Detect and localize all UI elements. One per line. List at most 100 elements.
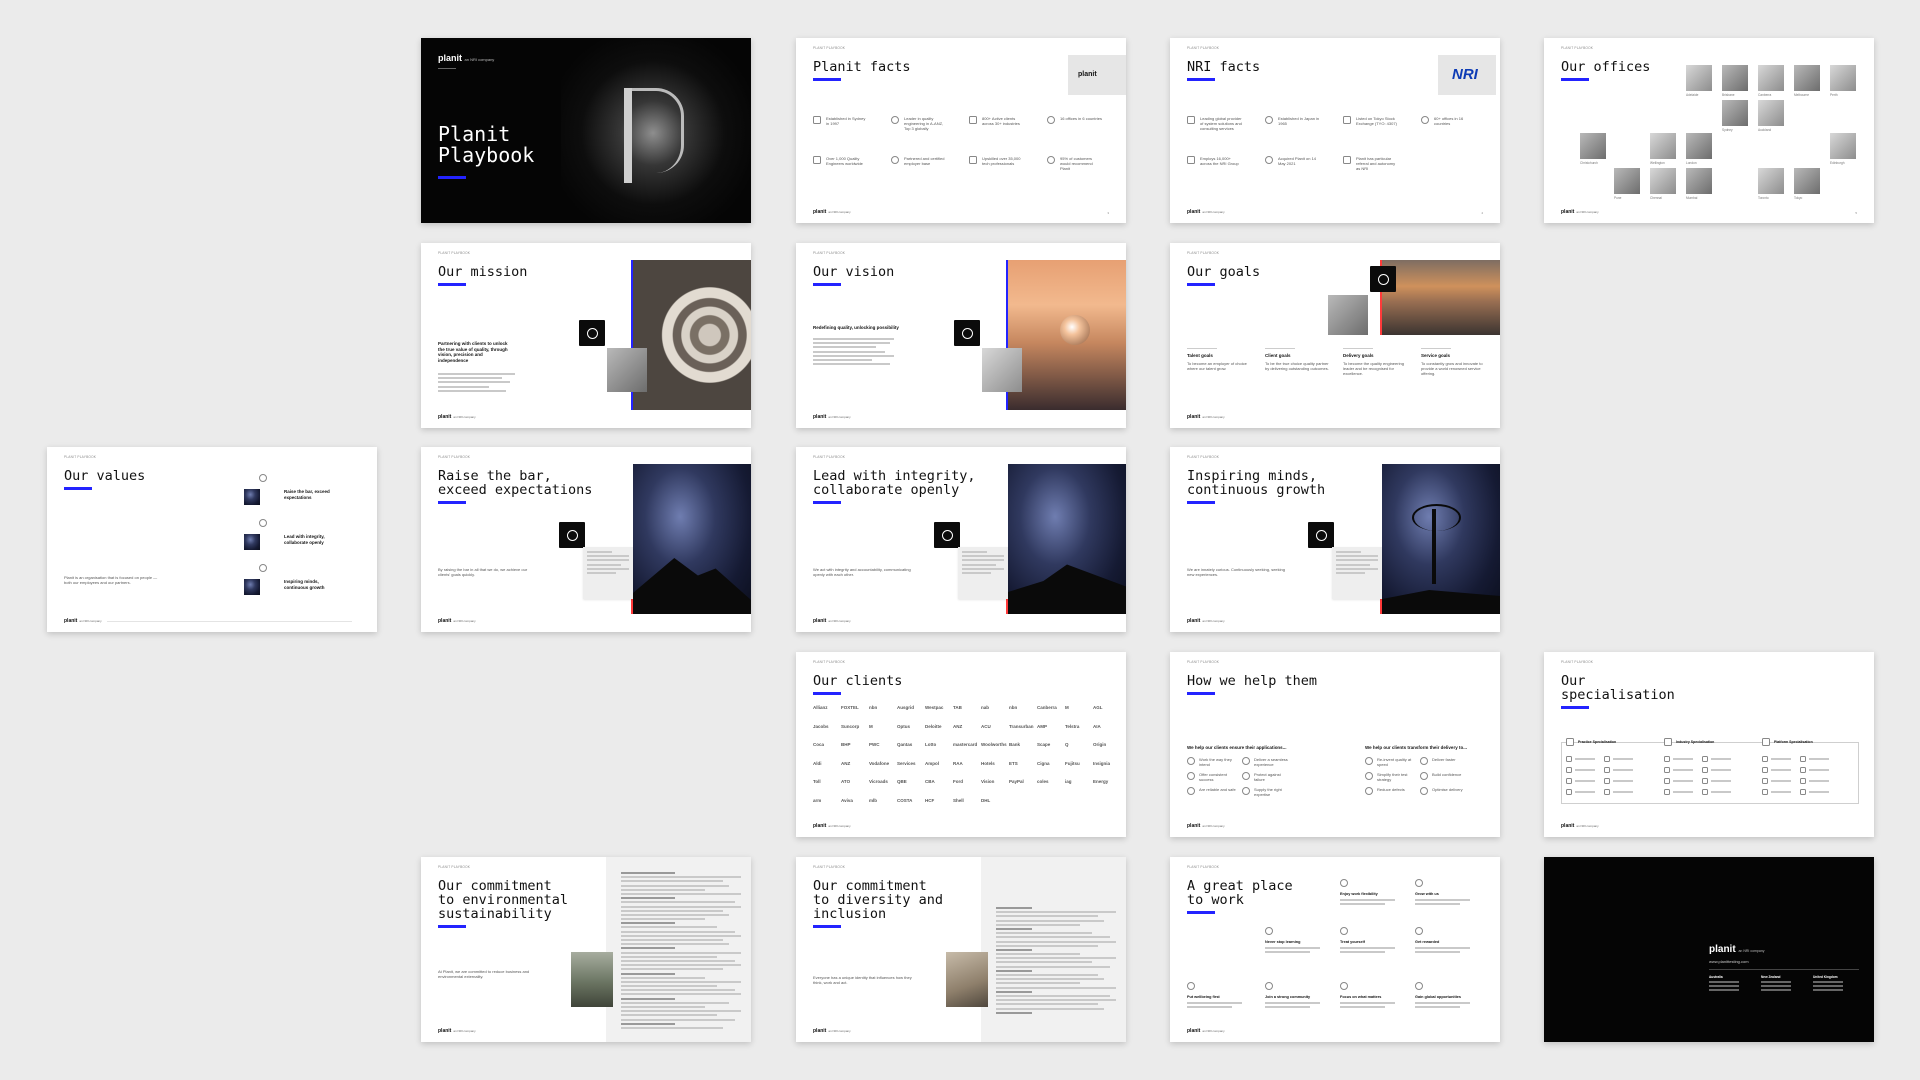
spec-item-icon <box>1664 789 1670 795</box>
slide-our-clients[interactable]: PLANIT PLAYBOOK Our clients Allianz FOXTE… <box>796 652 1126 837</box>
benefit-icon <box>1340 982 1348 990</box>
slide-raise-the-bar[interactable]: PLANIT PLAYBOOK Raise the bar, exceed ex… <box>421 447 751 632</box>
kicker: PLANIT PLAYBOOK <box>813 455 846 459</box>
benefit-text <box>1340 1006 1385 1008</box>
raise-body: By raising the bar in all that we do, we… <box>438 567 528 577</box>
spec-item-icon <box>1762 756 1768 762</box>
title-accent <box>1187 78 1215 81</box>
office-label: London <box>1686 161 1697 165</box>
div-text-line <box>996 936 1110 939</box>
slide-our-vision[interactable]: PLANIT PLAYBOOK Our vision Redefining qu… <box>796 243 1126 428</box>
slide-title: Planit facts <box>813 59 911 75</box>
vision-statement: Redefining quality, unlocking possibilit… <box>813 325 899 330</box>
end-region: New Zealand <box>1761 975 1781 979</box>
fact-text: Partnered and certified employer base <box>904 156 945 166</box>
benefit-title: Focus on what matters <box>1340 995 1382 999</box>
office-photo <box>1758 65 1784 91</box>
slide-great-place-to-work[interactable]: PLANIT PLAYBOOK A great place to work En… <box>1170 857 1500 1042</box>
footer-logo: planit an NRI company <box>813 414 851 420</box>
tree-photo <box>1382 464 1500 614</box>
spec-item-icon <box>1664 778 1670 784</box>
slide-lead-with-integrity[interactable]: PLANIT PLAYBOOK Lead with integrity, col… <box>796 447 1126 632</box>
env-text-line <box>621 934 741 937</box>
value-icon <box>259 564 267 572</box>
help-text: Simplify their test strategy <box>1377 772 1408 782</box>
office-photo <box>1650 133 1676 159</box>
office-label: Pune <box>1614 196 1622 200</box>
benefit-text <box>1340 899 1395 901</box>
spec-item-text <box>1613 780 1633 782</box>
kicker: PLANIT PLAYBOOK <box>64 455 97 459</box>
end-contact-line <box>1761 989 1791 991</box>
spec-item-text <box>1575 791 1595 793</box>
end-contact-line <box>1761 985 1791 987</box>
office-photo <box>1686 65 1712 91</box>
planit-logo: planit <box>1078 71 1097 78</box>
office-label: Melbourne <box>1794 93 1810 97</box>
client-logo: COSTA <box>897 797 913 803</box>
spec-item-icon <box>1800 778 1806 784</box>
title-accent <box>1561 78 1589 81</box>
slide-environmental-sustainability[interactable]: PLANIT PLAYBOOK Our commitment to enviro… <box>421 857 751 1042</box>
office-label: Toronto <box>1758 196 1769 200</box>
env-text-line <box>621 888 705 891</box>
slide-cover[interactable]: planit an NRI company Planit Playbook <box>421 38 751 223</box>
slide-our-offices[interactable]: PLANIT PLAYBOOK Our offices Adelaide Bris… <box>1544 38 1874 223</box>
end-contact-line <box>1761 981 1791 983</box>
benefit-title: Grow with us <box>1415 892 1439 896</box>
fact-icon <box>1265 116 1273 124</box>
client-logo: M <box>1065 705 1069 710</box>
env-text-line <box>621 1018 735 1021</box>
spec-item-icon <box>1800 767 1806 773</box>
client-logo: arm <box>813 797 822 803</box>
spec-item-icon <box>1566 756 1572 762</box>
help-icon <box>1187 772 1195 780</box>
client-logo: Westpac <box>925 705 944 710</box>
env-text-line <box>621 930 735 933</box>
div-text-line <box>996 999 1116 1002</box>
benefit-icon <box>1415 982 1423 990</box>
raise-icon <box>559 522 585 548</box>
fact-icon <box>969 116 977 124</box>
spec-item-icon <box>1702 767 1708 773</box>
benefit-text <box>1265 1002 1320 1004</box>
slide-our-goals[interactable]: PLANIT PLAYBOOK Our goals Talent goals To… <box>1170 243 1500 428</box>
div-text-line <box>996 974 1098 976</box>
fact-text: Leading global provider of system soluti… <box>1200 116 1242 131</box>
slide-how-we-help[interactable]: PLANIT PLAYBOOK How we help them We help… <box>1170 652 1500 837</box>
slide-planit-facts[interactable]: PLANIT PLAYBOOK Planit facts planit Esta… <box>796 38 1126 223</box>
spec-item-text <box>1613 791 1633 793</box>
div-text-line <box>996 1011 1032 1014</box>
kicker: PLANIT PLAYBOOK <box>813 865 846 869</box>
spec-item-icon <box>1566 789 1572 795</box>
footer-logo: planit an NRI company <box>813 618 851 624</box>
env-text-line <box>621 909 723 912</box>
slide-our-specialisation[interactable]: PLANIT PLAYBOOK Our specialisation Pract… <box>1544 652 1874 837</box>
raise-detail-card <box>583 547 633 599</box>
cover-p-stem <box>624 88 632 183</box>
goal-rule <box>1187 348 1217 349</box>
slide-end[interactable]: planit an NRI company www.planittesting.… <box>1544 857 1874 1042</box>
slide-nri-facts[interactable]: PLANIT PLAYBOOK NRI facts NRI Leading gl… <box>1170 38 1500 223</box>
env-text-line <box>621 897 675 900</box>
end-url: www.planittesting.com <box>1709 959 1749 964</box>
goals-icon <box>1370 266 1396 292</box>
spec-item-icon <box>1664 756 1670 762</box>
office-label: Tokyo <box>1794 196 1803 200</box>
page-number: 4 <box>1481 211 1483 215</box>
client-logo: Coca <box>813 742 825 747</box>
slide-our-values[interactable]: PLANIT PLAYBOOK Our values Planit is an … <box>47 447 377 632</box>
client-logo: AGL <box>1093 705 1103 710</box>
benefit-text <box>1187 1002 1242 1004</box>
cover-logo: planit an NRI company <box>438 53 495 63</box>
help-right-heading: We help our clients transform their deli… <box>1365 745 1467 750</box>
title-accent <box>1561 706 1589 709</box>
office-photo <box>1580 133 1606 159</box>
fact-text: 800+ Active clients across 30+ industrie… <box>982 116 1020 126</box>
slide-diversity-inclusion[interactable]: PLANIT PLAYBOOK Our commitment to divers… <box>796 857 1126 1042</box>
spec-item-icon <box>1762 778 1768 784</box>
slide-inspiring-minds[interactable]: PLANIT PLAYBOOK Inspiring minds, continu… <box>1170 447 1500 632</box>
vision-icon <box>954 320 980 346</box>
office-photo <box>1686 168 1712 194</box>
slide-our-mission[interactable]: PLANIT PLAYBOOK Our mission Partnering w… <box>421 243 751 428</box>
